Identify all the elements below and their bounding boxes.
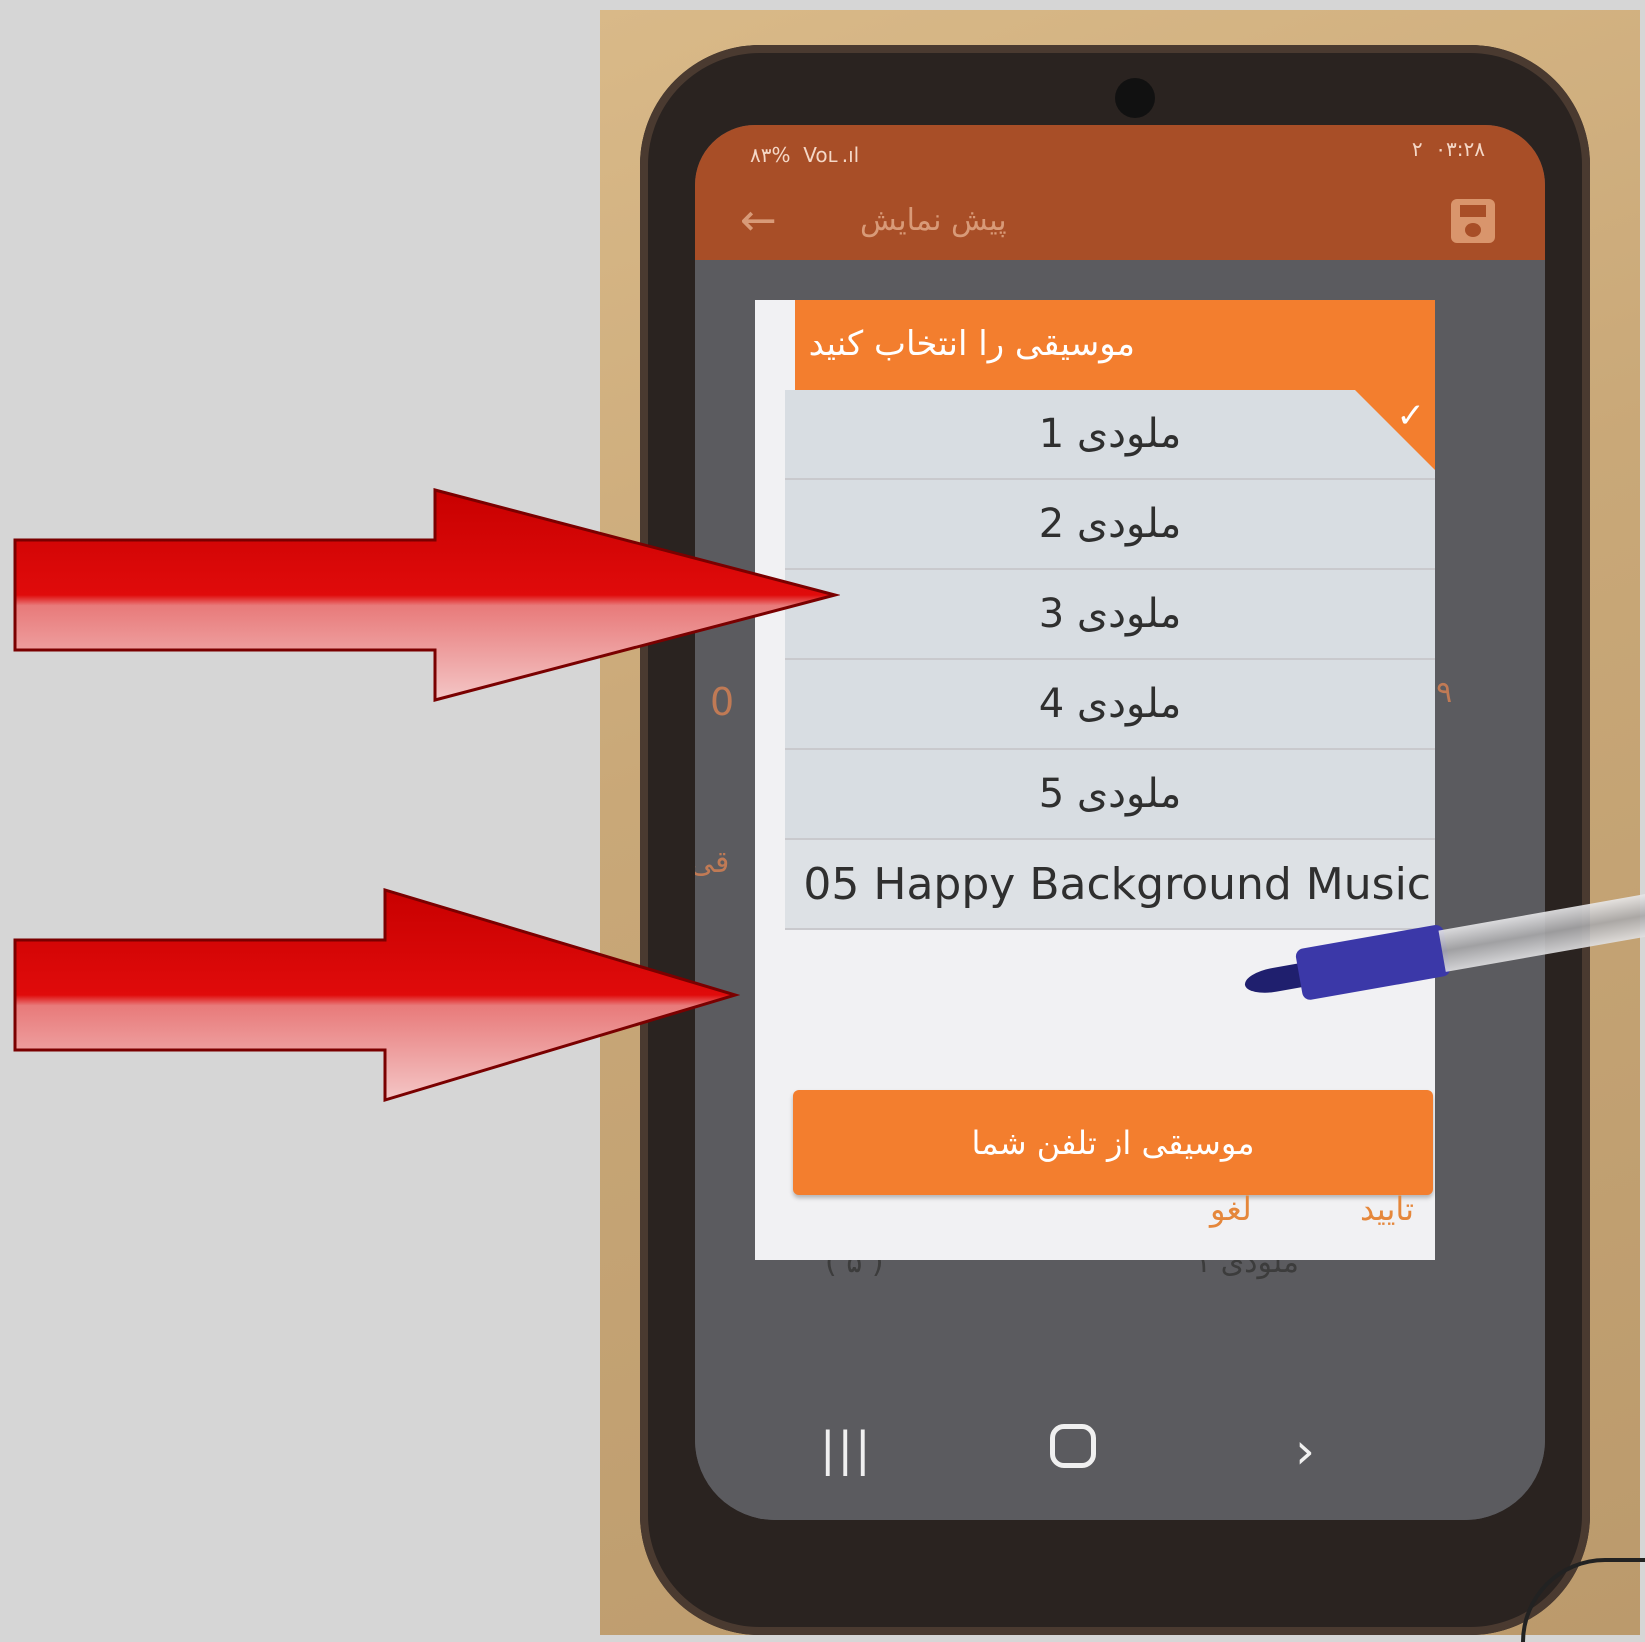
music-picker-dialog: موسیقی را انتخاب کنید ملودی 1 ✓ ملودی 2 … — [755, 300, 1435, 1260]
list-item[interactable]: ملودی 2 — [785, 480, 1435, 570]
list-item[interactable]: ملودی 1 ✓ — [785, 390, 1435, 480]
list-item-label: ملودی 4 — [1038, 681, 1182, 727]
front-camera — [1115, 78, 1155, 118]
list-item-label: ملودی 3 — [1038, 591, 1182, 637]
confirm-button[interactable]: تایید — [1360, 1190, 1414, 1228]
list-item-label: ملودی 5 — [1038, 771, 1182, 817]
save-icon[interactable] — [1451, 199, 1495, 243]
status-bar: ۸۳% Voʟ .ıl ۰۳:۲۸ ۲ — [695, 125, 1545, 185]
system-nav-bar: ||| › — [695, 1400, 1545, 1520]
music-list: ملودی 1 ✓ ملودی 2 ملودی 3 ملودی 4 ملودی … — [785, 390, 1435, 930]
list-item-label: 05 Happy Background Music — [803, 858, 1431, 910]
status-time: ۰۳:۲۸ ۲ — [1411, 137, 1485, 161]
list-item-label: ملودی 2 — [1038, 501, 1182, 547]
list-item[interactable]: 05 Happy Background Music — [785, 840, 1435, 930]
check-icon: ✓ — [1396, 396, 1426, 436]
red-arrow-icon — [13, 887, 740, 1103]
cancel-button[interactable]: لغو — [1210, 1190, 1252, 1228]
chevron-right-icon[interactable]: › — [1295, 1422, 1315, 1480]
phone-screen: ۸۳% Voʟ .ıl ۰۳:۲۸ ۲ ← پیش نمایش 0 ۰۹ قی … — [695, 125, 1545, 1520]
dialog-title-bar: موسیقی را انتخاب کنید — [795, 300, 1435, 390]
list-item[interactable]: ملودی 5 — [785, 750, 1435, 840]
dialog-title: موسیقی را انتخاب کنید — [808, 324, 1135, 364]
list-item-label: ملودی 1 — [1038, 411, 1182, 457]
list-item[interactable]: ملودی 4 — [785, 660, 1435, 750]
status-battery: ۸۳% Voʟ .ıl — [750, 143, 860, 167]
background-label: قی — [695, 845, 730, 880]
page-title: پیش نمایش — [860, 203, 1007, 238]
recent-apps-icon[interactable]: ||| — [820, 1422, 873, 1476]
red-arrow-icon — [13, 488, 840, 702]
home-icon[interactable] — [1050, 1424, 1096, 1468]
list-item[interactable]: ملودی 3 — [785, 570, 1435, 660]
app-bar: ← پیش نمایش — [695, 185, 1545, 260]
arrow-left-icon[interactable]: ← — [740, 195, 777, 246]
music-from-phone-button[interactable]: موسیقی از تلفن شما — [793, 1090, 1433, 1195]
